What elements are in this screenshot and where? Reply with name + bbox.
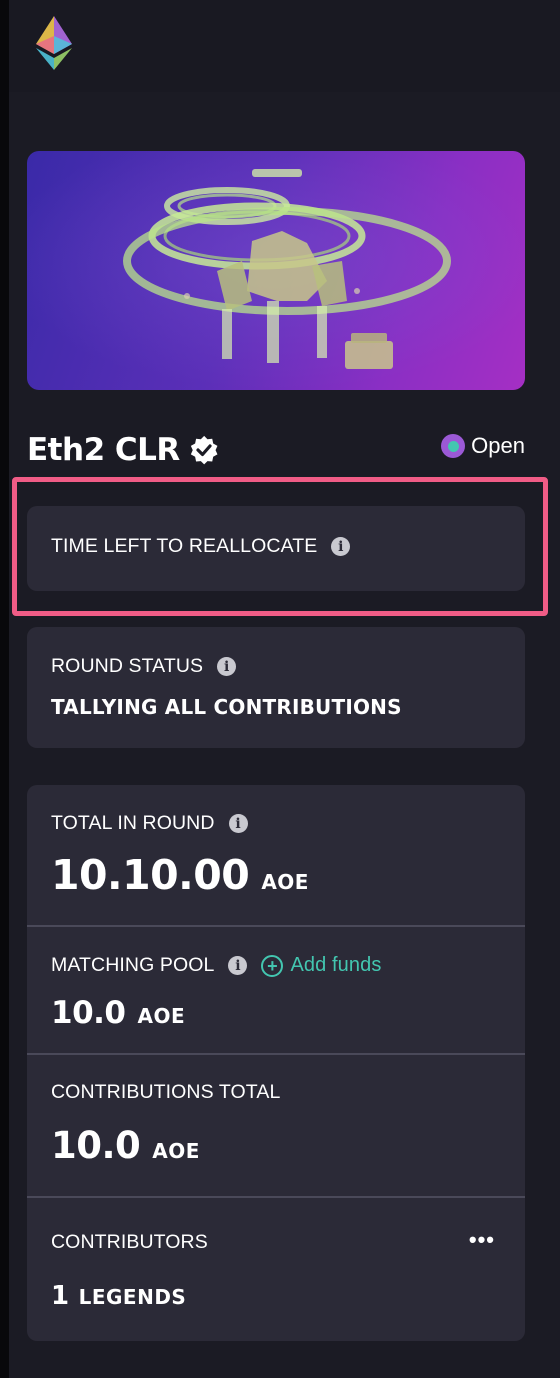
contributions-total-label: CONTRIBUTIONS TOTAL xyxy=(51,1081,281,1103)
contributions-total-amount: 10.0 xyxy=(51,1124,141,1167)
contributors-value: 1 LEGENDS xyxy=(51,1281,186,1311)
contributors-count: 1 xyxy=(51,1281,69,1311)
contributors-unit: LEGENDS xyxy=(78,1285,187,1309)
info-icon[interactable]: i xyxy=(228,956,248,975)
matching-pool-label-row: MATCHING POOL i + Add funds xyxy=(51,954,381,977)
round-stats-card: TOTAL IN ROUND i 10.10.00 AOE MATCHING P… xyxy=(27,785,525,1341)
matching-pool-amount: 10.0 xyxy=(51,995,126,1031)
round-status-value: TALLYING ALL CONTRIBUTIONS xyxy=(51,695,402,719)
contributions-total-unit: AOE xyxy=(152,1139,200,1163)
matching-pool-label: MATCHING POOL xyxy=(51,954,215,976)
left-edge-strip xyxy=(0,0,9,1378)
round-status-label: ROUND STATUS xyxy=(51,655,204,677)
round-title-row: Eth2 CLR Open xyxy=(27,425,525,475)
info-icon[interactable]: i xyxy=(217,657,237,676)
divider xyxy=(27,1196,525,1198)
info-icon[interactable]: i xyxy=(228,814,248,833)
ethereum-logo-icon[interactable] xyxy=(31,14,77,72)
divider xyxy=(27,925,525,927)
round-status-label-row: ROUND STATUS i xyxy=(51,655,237,678)
add-funds-button[interactable]: + Add funds xyxy=(261,954,381,977)
total-in-round-label: TOTAL IN ROUND xyxy=(51,812,215,834)
total-in-round-label-row: TOTAL IN ROUND i xyxy=(51,812,248,835)
highlight-box xyxy=(12,477,548,616)
round-status-pill: Open xyxy=(441,433,525,459)
contributions-total-label-row: CONTRIBUTIONS TOTAL xyxy=(51,1081,280,1104)
plus-circle-icon: + xyxy=(261,954,284,977)
total-in-round-value: 10.10.00 AOE xyxy=(51,851,309,899)
contributors-label: CONTRIBUTORS xyxy=(51,1231,208,1253)
round-status-card: ROUND STATUS i TALLYING ALL CONTRIBUTION… xyxy=(27,627,525,748)
round-title: Eth2 CLR xyxy=(27,432,180,468)
more-options-button[interactable]: ••• xyxy=(469,1227,495,1253)
contributors-label-row: CONTRIBUTORS xyxy=(51,1231,208,1254)
top-bar xyxy=(9,0,560,92)
contributions-total-value: 10.0 AOE xyxy=(51,1124,200,1167)
round-banner-image xyxy=(27,151,525,390)
add-funds-label: Add funds xyxy=(290,954,382,976)
total-in-round-amount: 10.10.00 xyxy=(51,851,250,899)
divider xyxy=(27,1053,525,1055)
verified-badge-icon xyxy=(190,435,218,465)
matching-pool-unit: AOE xyxy=(137,1004,186,1028)
total-in-round-unit: AOE xyxy=(261,870,309,894)
status-open-icon xyxy=(441,434,466,458)
round-open-status: Open xyxy=(471,433,525,458)
matching-pool-value: 10.0 AOE xyxy=(51,995,185,1031)
